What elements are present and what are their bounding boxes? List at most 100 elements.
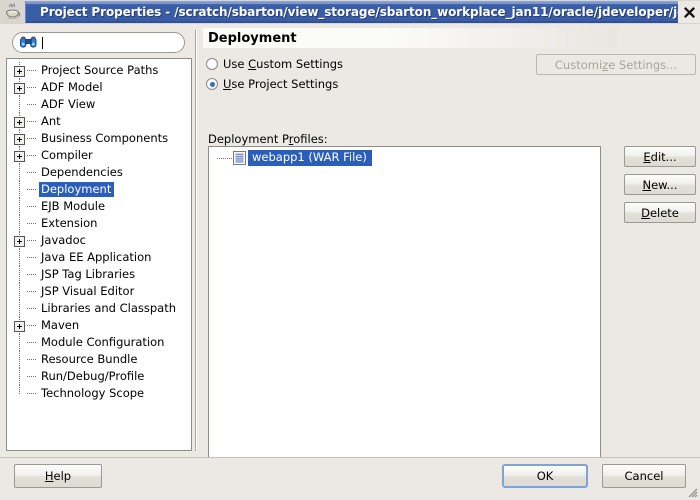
cancel-label: Cancel (624, 469, 664, 483)
sidebar-item-dependencies[interactable]: Dependencies (7, 164, 191, 181)
tree-vertical-line (19, 181, 20, 198)
tree-vertical-line (19, 266, 20, 283)
sidebar-item-run-debug-profile[interactable]: Run/Debug/Profile (7, 368, 191, 385)
tree-vertical-line (19, 215, 20, 232)
tree-expand-icon[interactable] (14, 321, 25, 332)
delete-profile-label: Delete (641, 205, 679, 220)
tree-horizontal-line (27, 206, 37, 207)
page-title: Deployment (208, 30, 297, 46)
tree-horizontal-line (27, 359, 37, 360)
tree-vertical-line (19, 164, 20, 181)
sidebar-item-label: Module Configuration (41, 335, 165, 349)
tree-horizontal-line (27, 104, 37, 105)
binoculars-icon (19, 35, 37, 50)
help-label: Help (44, 469, 72, 483)
tree-expand-icon[interactable] (14, 236, 25, 247)
tree-vertical-line (19, 351, 20, 368)
panel-splitter[interactable] (193, 30, 200, 451)
list-item[interactable]: webapp1 (WAR File) (209, 149, 600, 167)
page-header: Deployment (203, 28, 617, 48)
tree-connector (13, 96, 39, 113)
sidebar-item-project-source-paths[interactable]: Project Source Paths (7, 62, 191, 79)
java-coffee-cup-icon (2, 1, 24, 23)
sidebar-item-resource-bundle[interactable]: Resource Bundle (7, 351, 191, 368)
tree-connector (13, 385, 39, 402)
ok-button[interactable]: OK (502, 464, 588, 488)
tree-expand-icon[interactable] (14, 151, 25, 162)
list-item-label: webapp1 (WAR File) (248, 150, 372, 166)
tree-horizontal-line (27, 240, 37, 241)
search-input[interactable] (12, 32, 185, 53)
close-icon[interactable] (678, 1, 700, 23)
sidebar-item-label: Java EE Application (41, 250, 152, 264)
sidebar-item-javadoc[interactable]: Javadoc (7, 232, 191, 249)
sidebar-item-business-components[interactable]: Business Components (7, 130, 191, 147)
sidebar-item-label: JSP Visual Editor (41, 284, 135, 298)
tree-connector (13, 181, 39, 198)
title-plate: Project Properties - /scratch/sbarton/vi… (25, 1, 678, 23)
sidebar-item-deployment[interactable]: Deployment (7, 181, 191, 198)
tree-connector (13, 249, 39, 266)
tree-connector (13, 215, 39, 232)
sidebar-item-ant[interactable]: Ant (7, 113, 191, 130)
tree-expand-icon[interactable] (14, 83, 25, 94)
customize-settings-label: Customize Settings... (554, 57, 678, 72)
window-title: Project Properties - /scratch/sbarton/vi… (40, 5, 678, 19)
navigation-panel: Project Source Paths ADF Model ADF View Ant… (6, 28, 192, 453)
tree-vertical-line (19, 198, 20, 215)
sidebar-item-ejb-module[interactable]: EJB Module (7, 198, 191, 215)
tree-expand-icon[interactable] (14, 117, 25, 128)
customize-settings-button[interactable]: Customize Settings... (536, 54, 696, 75)
edit-profile-label: Edit... (643, 149, 677, 164)
tree-connector (13, 79, 39, 96)
sidebar-item-compiler[interactable]: Compiler (7, 147, 191, 164)
project-properties-dialog: Project Properties - /scratch/sbarton/vi… (0, 0, 700, 500)
sidebar-item-maven[interactable]: Maven (7, 317, 191, 334)
sidebar-item-label: Business Components (41, 131, 169, 145)
help-button[interactable]: Help (14, 464, 102, 488)
sidebar-item-label: Ant (41, 114, 61, 128)
sidebar-item-jsp-tag-libraries[interactable]: JSP Tag Libraries (7, 266, 191, 283)
radio-label-custom: Use Custom Settings (223, 57, 344, 71)
ok-label: OK (536, 469, 554, 483)
sidebar-item-extension[interactable]: Extension (7, 215, 191, 232)
tree-expand-icon[interactable] (14, 66, 25, 77)
sidebar-item-label: Project Source Paths (41, 63, 159, 77)
tree-horizontal-line (27, 376, 37, 377)
resize-grip-icon[interactable] (685, 485, 698, 498)
settings-tree[interactable]: Project Source Paths ADF Model ADF View Ant… (6, 58, 192, 451)
radio-label-project: Use Project Settings (223, 77, 339, 91)
tree-horizontal-line (27, 274, 37, 275)
tree-connector (13, 232, 39, 249)
sidebar-item-label: Technology Scope (41, 386, 145, 400)
dialog-footer: Help OK Cancel (0, 457, 700, 500)
delete-profile-button[interactable]: Delete (624, 202, 696, 223)
sidebar-item-jsp-visual-editor[interactable]: JSP Visual Editor (7, 283, 191, 300)
tree-horizontal-line (27, 342, 37, 343)
sidebar-item-label: Javadoc (41, 233, 86, 247)
sidebar-item-adf-view[interactable]: ADF View (7, 96, 191, 113)
radio-use-project-settings[interactable]: Use Project Settings (206, 77, 338, 91)
tree-connector (13, 130, 39, 147)
sidebar-item-libraries-and-classpath[interactable]: Libraries and Classpath (7, 300, 191, 317)
tree-horizontal-line (27, 172, 37, 173)
tree-expand-icon[interactable] (14, 134, 25, 145)
sidebar-item-adf-model[interactable]: ADF Model (7, 79, 191, 96)
tree-connector (217, 158, 233, 159)
tree-horizontal-line (27, 138, 37, 139)
tree-vertical-line (19, 385, 20, 394)
sidebar-item-label: EJB Module (41, 199, 106, 213)
new-profile-button[interactable]: New... (624, 174, 696, 195)
sidebar-item-technology-scope[interactable]: Technology Scope (7, 385, 191, 402)
splitter-highlight (196, 30, 197, 451)
tree-vertical-line (19, 300, 20, 317)
cancel-button[interactable]: Cancel (602, 464, 686, 488)
tree-horizontal-line (27, 189, 37, 190)
deployment-profiles-list[interactable]: webapp1 (WAR File) (208, 146, 601, 475)
sidebar-item-module-configuration[interactable]: Module Configuration (7, 334, 191, 351)
sidebar-item-java-ee-application[interactable]: Java EE Application (7, 249, 191, 266)
tree-horizontal-line (27, 121, 37, 122)
radio-use-custom-settings[interactable]: Use Custom Settings (206, 57, 343, 71)
edit-profile-button[interactable]: Edit... (624, 146, 696, 167)
tree-horizontal-line (27, 223, 37, 224)
